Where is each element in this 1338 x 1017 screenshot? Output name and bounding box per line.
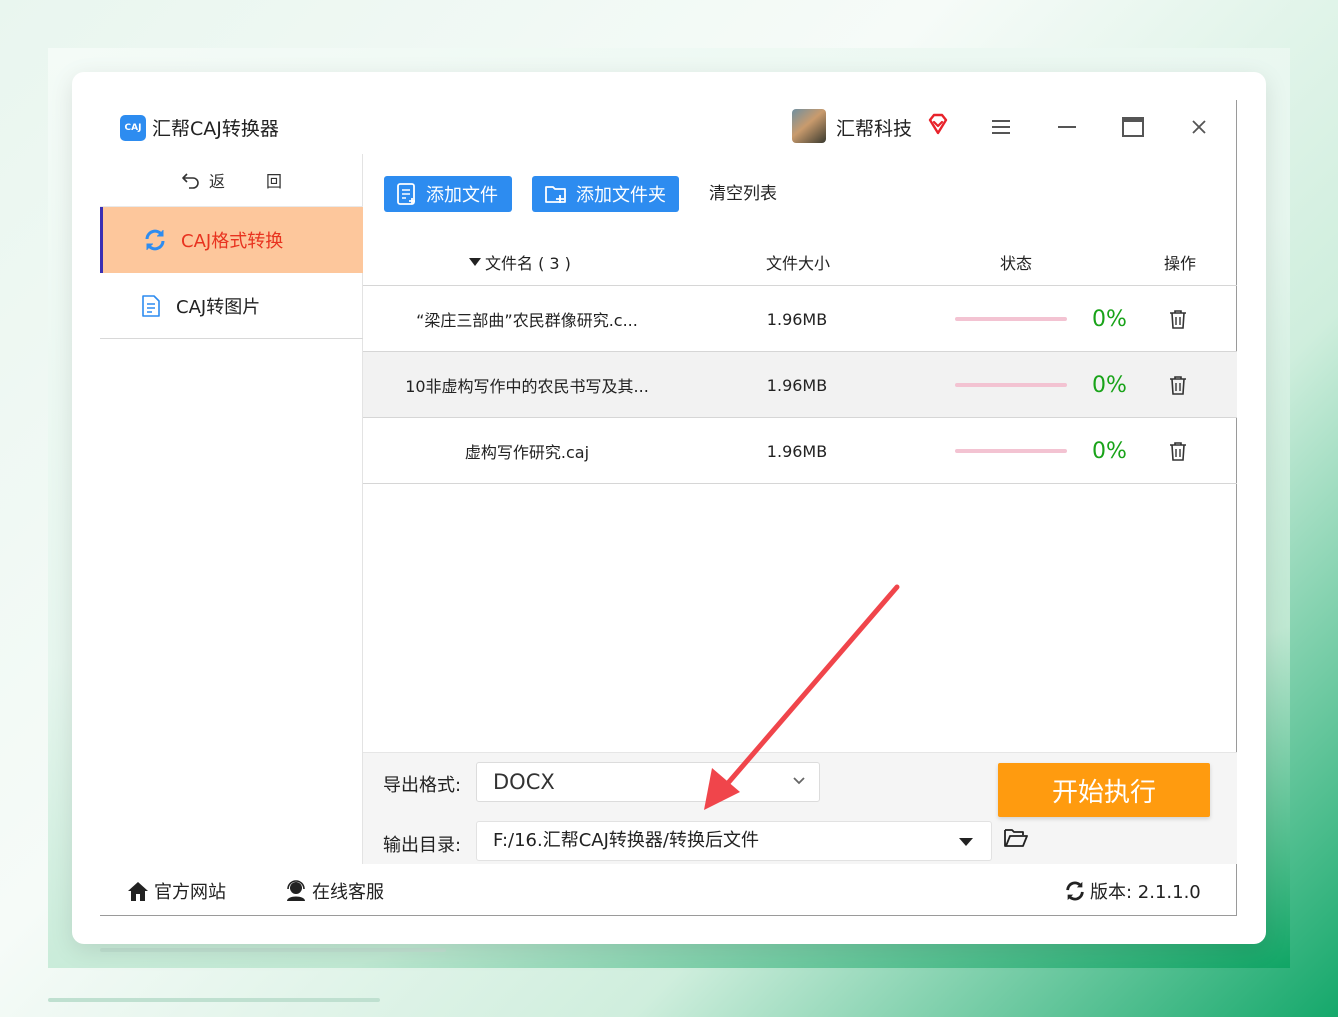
trash-icon [1170,442,1186,461]
output-label: 输出目录: [383,835,462,856]
app-title: 汇帮CAJ转换器 [152,118,279,140]
delete-button[interactable] [1169,286,1187,352]
user-name[interactable]: 汇帮科技 [836,114,912,141]
customer-service-link[interactable]: 在线客服 [284,878,384,904]
add-folder-label: 添加文件夹 [576,185,666,206]
progress-percent: 0% [1092,438,1127,464]
menu-button[interactable] [986,112,1016,142]
chevron-down-icon [793,777,805,785]
file-size: 1.96MB [766,375,828,395]
delete-button[interactable] [1169,418,1187,484]
close-button[interactable] [1184,112,1214,142]
table-header: 文件名 ( 3 ) 文件大小 状态 操作 [363,234,1237,286]
back-arrow-icon [182,173,199,189]
progress-bar [955,418,1067,484]
format-select[interactable]: DOCX [476,762,820,802]
column-name-label: 文件名 ( 3 ) [485,254,571,273]
app-window: CAJ 汇帮CAJ转换器 汇帮科技 返 回 CAJ格式转换 CAJ转图片 添加文… [100,100,1237,916]
column-header-name[interactable]: 文件名 ( 3 ) [469,250,571,274]
website-link[interactable]: 官方网站 [126,878,226,904]
title-bar: CAJ 汇帮CAJ转换器 汇帮科技 [100,100,1237,154]
back-label: 返 回 [208,172,301,191]
add-folder-button[interactable]: 添加文件夹 [532,176,679,212]
document-icon [142,294,160,317]
file-size: 1.96MB [766,309,828,329]
file-size: 1.96MB [766,441,828,461]
version-info[interactable]: 版本: 2.1.1.0 [1064,878,1201,904]
trash-icon [1170,310,1186,329]
output-path: F:/16.汇帮CAJ转换器/转换后文件 [493,830,759,851]
folder-open-icon [1004,829,1028,847]
sidebar-item-caj-to-image[interactable]: CAJ转图片 [100,273,363,339]
progress-percent: 0% [1092,306,1127,332]
maximize-button[interactable] [1118,112,1148,142]
sort-down-icon [469,258,481,266]
decorative-line [100,948,446,952]
column-header-status: 状态 [1000,254,1033,273]
column-header-operation: 操作 [1164,254,1197,273]
file-name: 10非虚构写作中的农民书写及其... [405,377,649,396]
table-row[interactable]: 10非虚构写作中的农民书写及其... 1.96MB 0% [363,352,1237,418]
website-label: 官方网站 [154,882,226,903]
customer-service-icon [287,880,305,901]
format-value: DOCX [493,770,555,794]
caret-down-icon [959,838,973,846]
progress-bar [955,352,1067,418]
back-button[interactable]: 返 回 [100,154,363,207]
app-logo-icon: CAJ [120,115,146,141]
options-panel: 导出格式: DOCX 输出目录: F:/16.汇帮CAJ转换器/转换后文件 开始… [363,752,1237,864]
toolbar: 添加文件 添加文件夹 清空列表 [363,154,1237,234]
column-header-size: 文件大小 [766,254,831,273]
close-icon [1192,120,1206,134]
footer: 官方网站 在线客服 版本: 2.1.1.0 [100,864,1237,916]
clear-list-button[interactable]: 清空列表 [709,176,777,212]
add-folder-icon [545,186,566,203]
add-file-button[interactable]: 添加文件 [384,176,512,212]
avatar[interactable] [792,109,826,143]
vip-diamond-icon[interactable] [926,112,950,136]
sidebar-item-label: CAJ格式转换 [181,231,284,252]
home-icon [128,882,148,901]
version-label: 版本: 2.1.1.0 [1090,882,1201,903]
decorative-line [48,998,380,1002]
minimize-button[interactable] [1052,112,1082,142]
file-name: 虚构写作研究.caj [464,443,590,462]
progress-percent: 0% [1092,372,1127,398]
sidebar-item-label: CAJ转图片 [176,296,261,318]
trash-icon [1170,376,1186,395]
hamburger-icon [992,120,1010,134]
browse-folder-button[interactable] [1003,827,1029,853]
table-row[interactable]: 虚构写作研究.caj 1.96MB 0% [363,418,1237,484]
output-directory-select[interactable]: F:/16.汇帮CAJ转换器/转换后文件 [476,821,992,861]
progress-bar [955,286,1067,352]
add-file-label: 添加文件 [426,185,498,206]
sidebar-item-caj-convert[interactable]: CAJ格式转换 [100,207,363,273]
delete-button[interactable] [1169,352,1187,418]
file-name: “梁庄三部曲”农民群像研究.c... [416,311,638,330]
customer-service-label: 在线客服 [312,882,384,903]
update-icon [1066,881,1084,901]
main-panel: 添加文件 添加文件夹 清空列表 文件名 ( 3 ) 文件大小 状态 操作 “梁庄… [363,154,1237,864]
table-row[interactable]: “梁庄三部曲”农民群像研究.c... 1.96MB 0% [363,286,1237,352]
minimize-icon [1058,126,1076,128]
start-button[interactable]: 开始执行 [998,763,1210,817]
sidebar: 返 回 CAJ格式转换 CAJ转图片 [100,154,363,864]
refresh-icon [145,229,165,251]
format-label: 导出格式: [383,775,462,796]
maximize-icon [1122,117,1144,137]
add-file-icon [397,183,415,205]
